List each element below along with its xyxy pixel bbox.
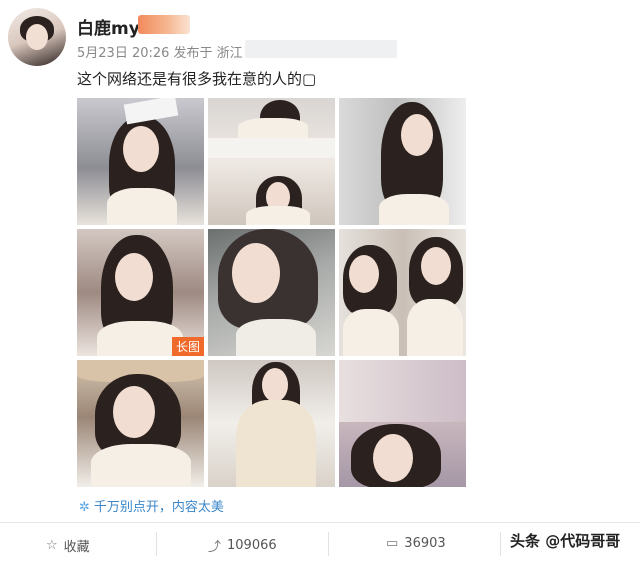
- blurred-info: [245, 40, 397, 58]
- photo-2[interactable]: [208, 98, 335, 225]
- spark-icon: ✲: [79, 500, 90, 515]
- separator: [156, 532, 157, 556]
- favorite-button[interactable]: ☆ 收藏: [46, 536, 90, 555]
- avatar[interactable]: [8, 8, 66, 66]
- photo-4[interactable]: 长图: [77, 229, 204, 356]
- photo-8[interactable]: [208, 360, 335, 487]
- hint-link[interactable]: ✲ 千万别点开，内容太美: [79, 496, 224, 515]
- star-icon: ☆: [46, 538, 58, 553]
- post-meta: 5月23日 20:26 发布于 浙江: [77, 46, 243, 61]
- hint-text: 千万别点开，内容太美: [93, 500, 224, 515]
- comment-button[interactable]: ▭ 36903: [386, 536, 446, 551]
- photo-1[interactable]: [77, 98, 204, 225]
- photo-7[interactable]: [77, 360, 204, 487]
- comment-icon: ▭: [386, 536, 399, 551]
- image-grid: 长图: [77, 98, 467, 488]
- repost-button[interactable]: ⤴ 109066: [208, 536, 277, 555]
- photo-5[interactable]: [208, 229, 335, 356]
- member-badge: [138, 15, 190, 34]
- photo-3[interactable]: [339, 98, 466, 225]
- action-divider: [0, 522, 640, 523]
- watermark: 头条 @代码哥哥: [510, 532, 621, 550]
- photo-9[interactable]: [339, 360, 466, 487]
- username[interactable]: 白鹿my: [77, 14, 140, 39]
- comment-count: 36903: [404, 536, 446, 551]
- long-image-badge: 长图: [171, 337, 204, 356]
- separator: [500, 532, 501, 556]
- repost-icon: ⤴: [208, 540, 222, 555]
- post-text: 这个网络还是有很多我在意的人的▢: [77, 70, 317, 88]
- photo-6[interactable]: [339, 229, 466, 356]
- separator: [328, 532, 329, 556]
- repost-count: 109066: [227, 538, 277, 553]
- favorite-label: 收藏: [63, 540, 90, 555]
